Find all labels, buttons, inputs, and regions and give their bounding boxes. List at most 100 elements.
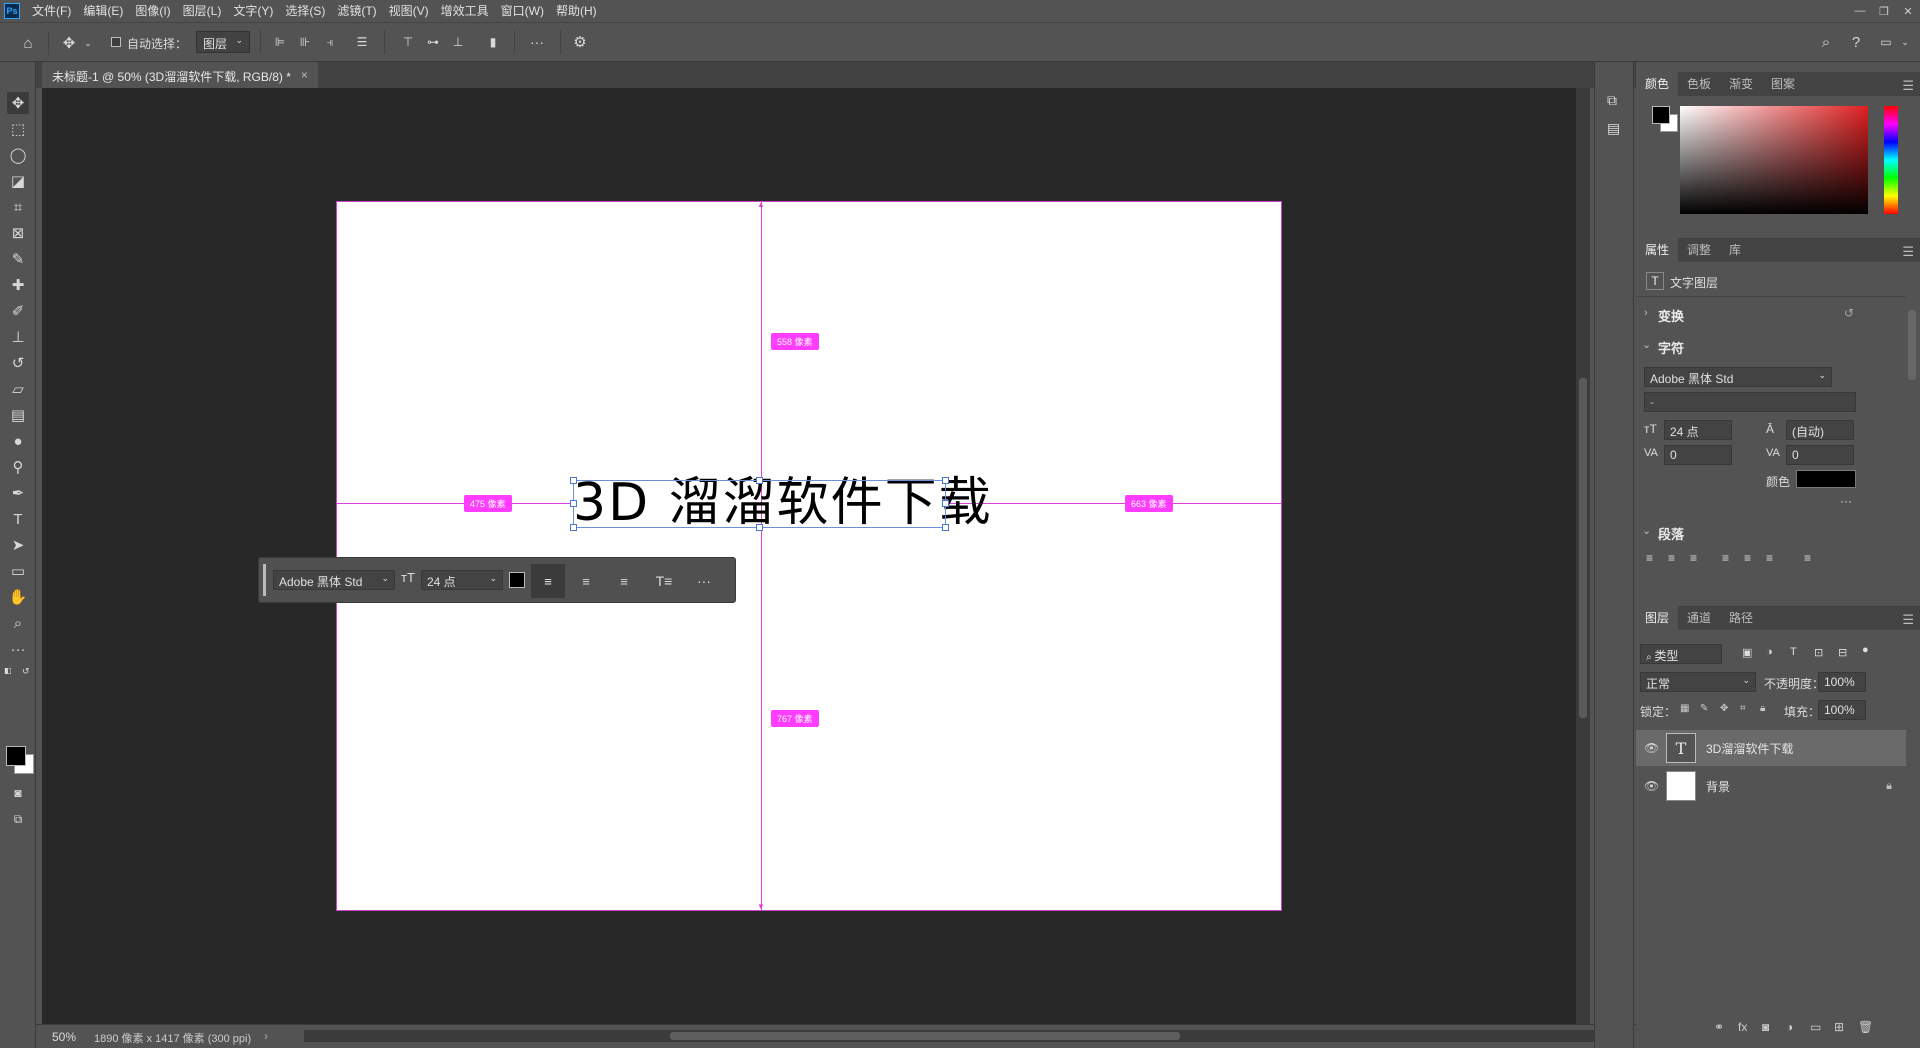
more-character-options[interactable]: ··· xyxy=(1840,494,1852,508)
zoom-icon[interactable]: ⌕ xyxy=(7,612,29,634)
rectangular-marquee-icon[interactable]: ⬚ xyxy=(7,118,29,140)
align-center-text-icon[interactable]: ≡ xyxy=(569,564,603,598)
drag-handle[interactable] xyxy=(263,564,266,596)
move-tool-icon[interactable]: ✥ xyxy=(58,23,80,63)
tab-gradients[interactable]: 渐变 xyxy=(1720,72,1762,96)
text-options-icon[interactable]: T≡ xyxy=(647,564,681,598)
menu-layer[interactable]: 图层(L) xyxy=(177,0,228,22)
panel-menu-icon[interactable]: ☰ xyxy=(1902,78,1914,94)
transform-handle[interactable] xyxy=(942,500,949,507)
rectangle-tool-icon[interactable]: ▭ xyxy=(7,560,29,582)
type-tool-icon[interactable]: T xyxy=(7,508,29,530)
transform-handle[interactable] xyxy=(756,524,763,531)
search-icon[interactable]: ⌕ xyxy=(1816,22,1836,62)
auto-select-target-dropdown[interactable]: 图层 ⌄ xyxy=(196,31,250,53)
edit-toolbar-icon[interactable]: ··· xyxy=(7,638,29,660)
paragraph-align-right-icon[interactable]: ≡ xyxy=(1690,551,1697,565)
menu-file[interactable]: 文件(F) xyxy=(26,0,77,22)
justify-all-icon[interactable]: ≡ xyxy=(1804,551,1811,565)
help-icon[interactable]: ? xyxy=(1846,22,1866,62)
opacity-field[interactable]: 100% xyxy=(1818,672,1866,692)
settings-gear-icon[interactable]: ⚙ xyxy=(570,22,590,62)
path-selection-icon[interactable]: ➤ xyxy=(7,534,29,556)
properties-scrollbar-thumb[interactable] xyxy=(1908,310,1916,380)
justify-last-left-icon[interactable]: ≡ xyxy=(1722,551,1729,565)
font-size-field[interactable]: 24 点 xyxy=(1664,420,1732,440)
ctx-size-dropdown[interactable]: 24 点 ⌄ xyxy=(421,570,503,590)
chevron-right-icon[interactable]: › xyxy=(1644,307,1648,319)
layer-name[interactable]: 背景 xyxy=(1706,778,1730,795)
swap-colors-icon[interactable]: ↺ xyxy=(22,666,32,676)
menu-type[interactable]: 文字(Y) xyxy=(227,0,279,22)
filter-shape-icon[interactable]: ⊡ xyxy=(1814,646,1823,659)
history-brush-icon[interactable]: ↺ xyxy=(7,352,29,374)
chevron-down-icon[interactable]: ⌄ xyxy=(1898,22,1912,62)
crop-icon[interactable]: ⌗ xyxy=(7,196,29,218)
transform-handle[interactable] xyxy=(570,524,577,531)
close-icon[interactable]: ✕ xyxy=(1896,0,1920,22)
layer-row-text[interactable]: 👁︎ T 3D溜溜软件下载 xyxy=(1636,730,1906,766)
tab-color[interactable]: 颜色 xyxy=(1636,72,1679,96)
font-style-dropdown[interactable]: - xyxy=(1644,392,1856,412)
eraser-icon[interactable]: ▱ xyxy=(7,378,29,400)
lock-transparent-icon[interactable]: ▦ xyxy=(1680,703,1689,714)
distribute-horizontal-icon[interactable]: ▮ xyxy=(483,22,503,62)
quick-mask-icon[interactable]: ◙ xyxy=(7,782,29,804)
foreground-swatch[interactable] xyxy=(1652,106,1670,124)
comments-panel-icon[interactable]: ▤ xyxy=(1607,120,1620,137)
tab-channels[interactable]: 通道 xyxy=(1678,606,1720,630)
gradient-icon[interactable]: ▤ xyxy=(7,404,29,426)
panel-menu-icon[interactable]: ☰ xyxy=(1902,612,1914,628)
canvas-horizontal-scrollbar[interactable] xyxy=(304,1030,1604,1042)
document-canvas[interactable] xyxy=(336,201,1282,911)
tab-paths[interactable]: 路径 xyxy=(1720,606,1762,630)
ctx-more-icon[interactable]: ··· xyxy=(687,564,721,598)
visibility-eye-icon[interactable]: 👁︎ xyxy=(1644,779,1659,793)
transform-handle[interactable] xyxy=(756,477,763,484)
new-group-icon[interactable]: ▭ xyxy=(1810,1020,1821,1034)
align-vertical-centers-icon[interactable]: ⊶ xyxy=(423,22,443,62)
hand-icon[interactable]: ✋ xyxy=(7,586,29,608)
tab-properties[interactable]: 属性 xyxy=(1636,238,1679,262)
lasso-icon[interactable]: ◯ xyxy=(7,144,29,166)
history-panel-icon[interactable]: ⧉ xyxy=(1607,92,1617,109)
fx-icon[interactable]: fx xyxy=(1738,1020,1747,1034)
auto-select-checkbox[interactable] xyxy=(111,37,121,47)
canvas-vertical-scrollbar[interactable] xyxy=(1576,88,1590,1024)
minimize-icon[interactable]: — xyxy=(1848,0,1872,22)
align-left-text-icon[interactable]: ≡ xyxy=(531,564,565,598)
tab-libraries[interactable]: 库 xyxy=(1720,238,1750,262)
fill-field[interactable]: 100% xyxy=(1818,700,1866,720)
menu-filter[interactable]: 滤镜(T) xyxy=(331,0,382,22)
section-transform[interactable]: 变换 xyxy=(1658,306,1684,325)
menu-window[interactable]: 窗口(W) xyxy=(495,0,550,22)
workspace-icon[interactable]: ▭ xyxy=(1876,22,1896,62)
tab-layers[interactable]: 图层 xyxy=(1636,606,1679,630)
transform-handle[interactable] xyxy=(942,524,949,531)
lock-all-icon[interactable]: 🔒︎ xyxy=(1760,703,1765,714)
document-tab[interactable]: 未标题-1 @ 50% (3D溜溜软件下载, RGB/8) * × xyxy=(42,62,318,88)
menu-plugins[interactable]: 增效工具 xyxy=(435,0,495,22)
ctx-text-color-swatch[interactable] xyxy=(509,572,525,588)
document-info[interactable]: 1890 像素 x 1417 像素 (300 ppi) xyxy=(94,1030,251,1046)
chevron-down-icon[interactable]: ⌄ xyxy=(1642,338,1651,351)
filter-type-icon[interactable]: T xyxy=(1790,646,1797,658)
zoom-level[interactable]: 50% xyxy=(52,1030,76,1044)
menu-help[interactable]: 帮助(H) xyxy=(550,0,603,22)
tab-patterns[interactable]: 图案 xyxy=(1762,72,1804,96)
tracking-field[interactable]: 0 xyxy=(1786,445,1854,465)
home-icon[interactable]: ⌂ xyxy=(16,23,40,63)
align-left-edges-icon[interactable]: ⊫ xyxy=(270,22,290,62)
layer-filter-dropdown[interactable]: ⌕ 类型 xyxy=(1640,644,1722,664)
link-layers-icon[interactable]: ⚭ xyxy=(1714,1020,1724,1034)
distribute-vertical-icon[interactable]: ☰ xyxy=(352,22,372,62)
ctx-font-dropdown[interactable]: Adobe 黑体 Std ⌄ xyxy=(273,570,395,590)
lock-pixels-icon[interactable]: ✎ xyxy=(1700,703,1708,714)
layer-name[interactable]: 3D溜溜软件下载 xyxy=(1706,740,1793,757)
chevron-down-icon[interactable]: ⌄ xyxy=(82,23,94,63)
tab-adjustments[interactable]: 调整 xyxy=(1678,238,1720,262)
section-character[interactable]: 字符 xyxy=(1658,338,1684,357)
eyedropper-icon[interactable]: ✎ xyxy=(7,248,29,270)
object-selection-icon[interactable]: ◪ xyxy=(7,170,29,192)
transform-handle[interactable] xyxy=(570,477,577,484)
